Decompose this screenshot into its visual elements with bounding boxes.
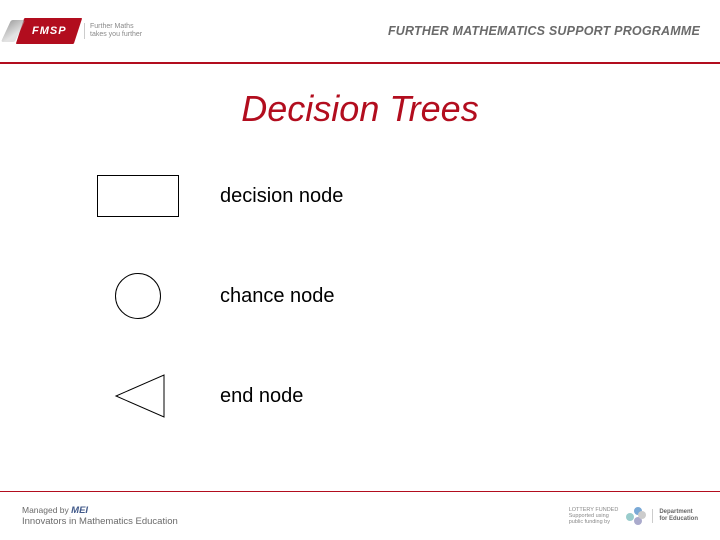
logo-left: FMSP Further Maths takes you further	[20, 18, 142, 44]
legend-row-chance: chance node	[88, 270, 343, 322]
footer-lottery-text: LOTTERY FUNDED Supported using public fu…	[569, 507, 619, 525]
legend-row-end: end node	[88, 370, 343, 422]
header: FMSP Further Maths takes you further FUR…	[0, 0, 720, 62]
end-node-label: end node	[220, 385, 303, 408]
lottery-logo-icon	[624, 505, 646, 527]
fmsp-logo-icon: FMSP	[16, 18, 82, 44]
programme-name: FURTHER MATHEMATICS SUPPORT PROGRAMME	[388, 24, 700, 38]
header-divider	[0, 62, 720, 64]
legend-row-decision: decision node	[88, 170, 343, 222]
fmsp-logo-text: FMSP	[32, 25, 67, 37]
footer: Managed by MEI Innovators in Mathematics…	[0, 492, 720, 540]
slide-title: Decision Trees	[241, 88, 478, 130]
chance-node-icon	[88, 273, 188, 319]
legend: decision node chance node end node	[88, 170, 343, 470]
end-node-icon	[88, 371, 188, 421]
decision-node-icon	[88, 175, 188, 217]
footer-mei: MEI	[71, 505, 88, 516]
slide: FMSP Further Maths takes you further FUR…	[0, 0, 720, 540]
chance-node-label: chance node	[220, 285, 335, 308]
logo-tagline: Further Maths takes you further	[84, 23, 142, 38]
footer-managed-prefix: Managed by	[22, 505, 71, 515]
footer-innovators: Innovators in Mathematics Education	[22, 516, 178, 527]
dfe-logo-text: Department for Education	[652, 509, 698, 522]
decision-node-label: decision node	[220, 185, 343, 208]
footer-right: LOTTERY FUNDED Supported using public fu…	[569, 505, 698, 527]
footer-managed-by: Managed by MEI Innovators in Mathematics…	[22, 505, 178, 528]
